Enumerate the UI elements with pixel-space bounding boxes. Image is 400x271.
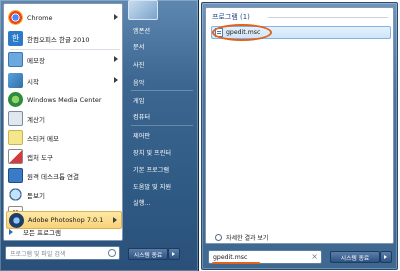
program-sticky-notes[interactable]: 스티커 메모	[6, 127, 122, 148]
sticky-notes-icon	[8, 130, 23, 145]
pinned-programs-list: Chrome 한 한컴오피스 한글 2010 메모장 시작 Windows Me…	[3, 3, 123, 241]
link-help-support[interactable]: 도움말 및 지원	[130, 178, 198, 194]
search-query-input[interactable]: gpedit.msc ×	[208, 250, 322, 264]
chevron-right-icon	[384, 255, 387, 259]
program-label: 계산기	[27, 115, 45, 124]
program-label: 한컴오피스 한글 2010	[27, 35, 90, 44]
link-music[interactable]: 음악	[130, 74, 198, 90]
link-games[interactable]: 게임	[130, 92, 198, 108]
program-label: Chrome	[27, 13, 53, 22]
media-center-icon	[8, 92, 23, 107]
search-icon	[215, 234, 222, 241]
chrome-icon	[8, 10, 23, 25]
link-devices-printers[interactable]: 장치 및 프린터	[130, 144, 198, 160]
user-avatar[interactable]	[128, 0, 158, 20]
program-hwp[interactable]: 한 한컴오피스 한글 2010	[6, 28, 122, 49]
start-search-input[interactable]: 프로그램 및 파일 검색	[5, 246, 120, 260]
program-snipping-tool[interactable]: 캡처 도구	[6, 146, 122, 167]
divider	[268, 17, 388, 18]
link-default-programs[interactable]: 기본 프로그램	[130, 161, 198, 177]
remote-desktop-icon	[8, 168, 23, 183]
search-icon	[108, 249, 116, 257]
program-chrome[interactable]: Chrome	[6, 7, 122, 28]
program-calculator[interactable]: 계산기	[6, 108, 122, 129]
shutdown-options-button[interactable]	[380, 251, 392, 263]
clear-search-icon[interactable]: ×	[311, 252, 318, 261]
program-start[interactable]: 시작	[6, 70, 122, 91]
link-control-panel[interactable]: 제어판	[130, 127, 198, 143]
program-label: 원격 데스크톱 연결	[27, 172, 79, 181]
program-label: 캡처 도구	[27, 153, 53, 162]
all-programs-button[interactable]: 모든 프로그램	[3, 224, 123, 239]
program-notepad[interactable]: 메모장	[6, 49, 122, 70]
program-label: Adobe Photoshop 7.0.1	[28, 216, 104, 224]
highlight-ellipse	[212, 24, 272, 41]
arrow-right-icon	[9, 228, 13, 235]
hwp-icon: 한	[8, 31, 23, 46]
start-menu: Chrome 한 한컴오피스 한글 2010 메모장 시작 Windows Me…	[0, 0, 199, 271]
search-query-text: gpedit.msc	[213, 253, 248, 261]
shutdown-button[interactable]: 시스템 종료	[330, 251, 380, 263]
program-media-center[interactable]: Windows Media Center	[6, 89, 122, 110]
program-label: 메모장	[27, 56, 45, 65]
link-computer[interactable]: 컴퓨터	[130, 108, 198, 124]
snipping-tool-icon	[8, 149, 23, 164]
calculator-icon	[8, 111, 23, 126]
shutdown-button[interactable]: 시스템 종료	[128, 248, 168, 260]
all-programs-label: 모든 프로그램	[23, 228, 61, 237]
start-icon	[8, 73, 23, 88]
link-run[interactable]: 실행...	[130, 194, 198, 210]
submenu-arrow-icon[interactable]	[114, 56, 118, 62]
see-more-results-link[interactable]: 자세한 결과 보기	[215, 233, 268, 242]
program-label: 시작	[27, 77, 39, 86]
magnifier-icon	[8, 187, 23, 202]
program-label: Windows Media Center	[27, 95, 102, 104]
highlight-underline	[212, 262, 260, 264]
divider	[131, 125, 193, 126]
program-label: 스티커 메모	[27, 134, 59, 143]
results-group-header: 프로그램 (1)	[212, 13, 250, 21]
link-documents[interactable]: 문서	[130, 38, 198, 54]
search-results-menu: 프로그램 (1) gpedit.msc 자세한 결과 보기 gpedit.msc…	[201, 2, 398, 270]
search-results-list: 프로그램 (1) gpedit.msc 자세한 결과 보기	[205, 7, 394, 244]
submenu-arrow-icon[interactable]	[114, 14, 118, 20]
program-magnifier[interactable]: 돋보기	[6, 184, 122, 205]
notepad-icon	[8, 52, 23, 67]
divider	[131, 90, 193, 91]
link-user-folder[interactable]: 엠폰션	[130, 22, 198, 38]
submenu-arrow-icon[interactable]	[113, 217, 117, 223]
program-label: 돋보기	[27, 191, 45, 200]
see-more-label: 자세한 결과 보기	[226, 235, 269, 242]
search-placeholder: 프로그램 및 파일 검색	[10, 250, 66, 258]
shutdown-options-button[interactable]	[168, 248, 180, 260]
link-pictures[interactable]: 사진	[130, 56, 198, 72]
submenu-arrow-icon[interactable]	[114, 77, 118, 83]
chevron-right-icon	[172, 252, 175, 256]
program-remote-desktop[interactable]: 원격 데스크톱 연결	[6, 165, 122, 186]
